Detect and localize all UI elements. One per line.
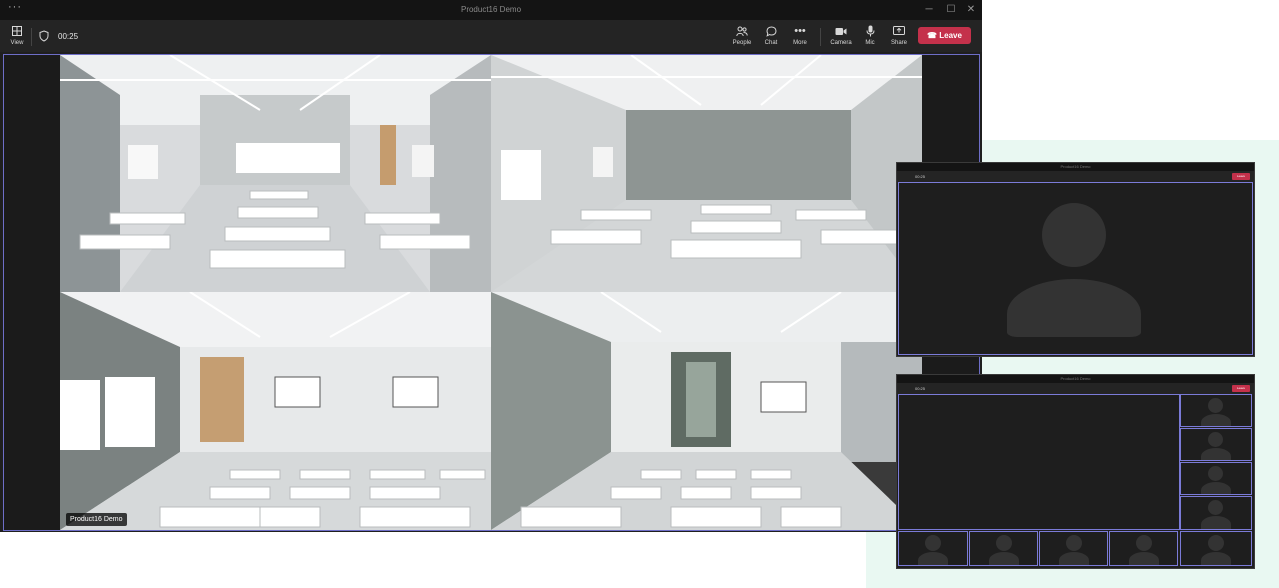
meeting-toolbar: View 00:25 People Chat ••• More Camera M… bbox=[0, 20, 982, 52]
avatar-icon bbox=[1208, 398, 1223, 413]
participant-tile[interactable] bbox=[1180, 496, 1252, 530]
video-stage: Product16 Demo bbox=[3, 54, 980, 531]
main-stage-tile[interactable] bbox=[898, 394, 1180, 530]
participant-tile[interactable] bbox=[1180, 428, 1252, 461]
toolbar-divider bbox=[31, 28, 32, 46]
classroom-feed-2[interactable] bbox=[491, 55, 922, 292]
avatar-icon bbox=[1208, 432, 1223, 447]
participant-tile[interactable] bbox=[969, 531, 1038, 566]
avatar-icon bbox=[1208, 500, 1223, 515]
avatar-body bbox=[1201, 552, 1231, 565]
avatar-body bbox=[918, 552, 948, 565]
shield-icon bbox=[39, 30, 49, 42]
avatar-icon bbox=[1042, 203, 1106, 267]
leave-button[interactable]: Leave bbox=[1232, 173, 1250, 180]
share-button[interactable]: Share bbox=[882, 24, 916, 50]
meeting-window: ··· Product16 Demo ─ ☐ ✕ View 00:25 Peop… bbox=[0, 0, 982, 532]
avatar-body bbox=[1129, 552, 1159, 565]
classroom-feed-4[interactable] bbox=[491, 292, 922, 530]
meeting-timer: 00:25 bbox=[915, 174, 926, 179]
leave-button[interactable]: Leave bbox=[1232, 385, 1250, 392]
avatar-icon bbox=[996, 535, 1012, 551]
avatar-body bbox=[1201, 414, 1231, 426]
meeting-timer: 00:25 bbox=[58, 32, 79, 41]
minimize-icon[interactable]: ─ bbox=[921, 3, 937, 17]
window-title: Product16 Demo bbox=[460, 5, 522, 14]
avatar-icon bbox=[925, 535, 941, 551]
avatar-body bbox=[1201, 516, 1231, 529]
participant-tile[interactable] bbox=[898, 531, 968, 566]
preview-window-single: Product16 Demo 00:25 Leave bbox=[896, 162, 1255, 357]
window-title: Product16 Demo bbox=[1060, 164, 1091, 169]
phone-hangup-icon: ☎ bbox=[927, 31, 938, 40]
leave-button[interactable]: ☎ Leave bbox=[918, 27, 971, 44]
participant-tile[interactable] bbox=[1180, 531, 1252, 566]
participant-tile[interactable] bbox=[1180, 394, 1252, 427]
avatar-icon bbox=[1208, 535, 1224, 551]
participant-tile[interactable] bbox=[1180, 462, 1252, 495]
share-label: Share bbox=[890, 40, 907, 46]
preview-window-gallery: Product16 Demo 00:25 Leave bbox=[896, 374, 1255, 569]
avatar-body bbox=[989, 552, 1019, 565]
view-button[interactable]: View bbox=[0, 24, 34, 50]
leave-label: Leave bbox=[939, 31, 962, 40]
avatar-icon bbox=[1066, 535, 1082, 551]
grid-view-icon bbox=[0, 24, 34, 38]
window-title: Product16 Demo bbox=[1060, 376, 1091, 381]
view-label: View bbox=[10, 40, 24, 46]
avatar-body bbox=[1059, 552, 1089, 565]
participant-tile[interactable] bbox=[1109, 531, 1178, 566]
more-horizontal-icon: ••• bbox=[794, 25, 806, 37]
more-button[interactable]: ••• More bbox=[783, 24, 817, 50]
avatar-body bbox=[1007, 279, 1141, 337]
title-bar: Product16 Demo bbox=[897, 375, 1254, 383]
participant-name-tag: Product16 Demo bbox=[66, 513, 127, 526]
more-label: More bbox=[793, 40, 807, 46]
close-icon[interactable]: ✕ bbox=[963, 3, 979, 17]
avatar-body bbox=[1201, 448, 1231, 460]
share-screen-icon bbox=[882, 24, 916, 38]
classroom-feed-3[interactable]: Product16 Demo bbox=[60, 292, 491, 530]
classroom-feed-1[interactable] bbox=[60, 55, 491, 292]
avatar-icon bbox=[1136, 535, 1152, 551]
participant-tile[interactable] bbox=[1039, 531, 1108, 566]
participant-tile[interactable] bbox=[898, 182, 1253, 355]
title-bar: ··· Product16 Demo ─ ☐ ✕ bbox=[0, 0, 982, 20]
title-bar: Product16 Demo bbox=[897, 163, 1254, 171]
maximize-icon[interactable]: ☐ bbox=[943, 3, 959, 17]
avatar-icon bbox=[1208, 466, 1223, 481]
meeting-timer: 00:25 bbox=[915, 386, 926, 391]
toolbar-divider bbox=[820, 28, 821, 46]
avatar-body bbox=[1201, 482, 1231, 494]
